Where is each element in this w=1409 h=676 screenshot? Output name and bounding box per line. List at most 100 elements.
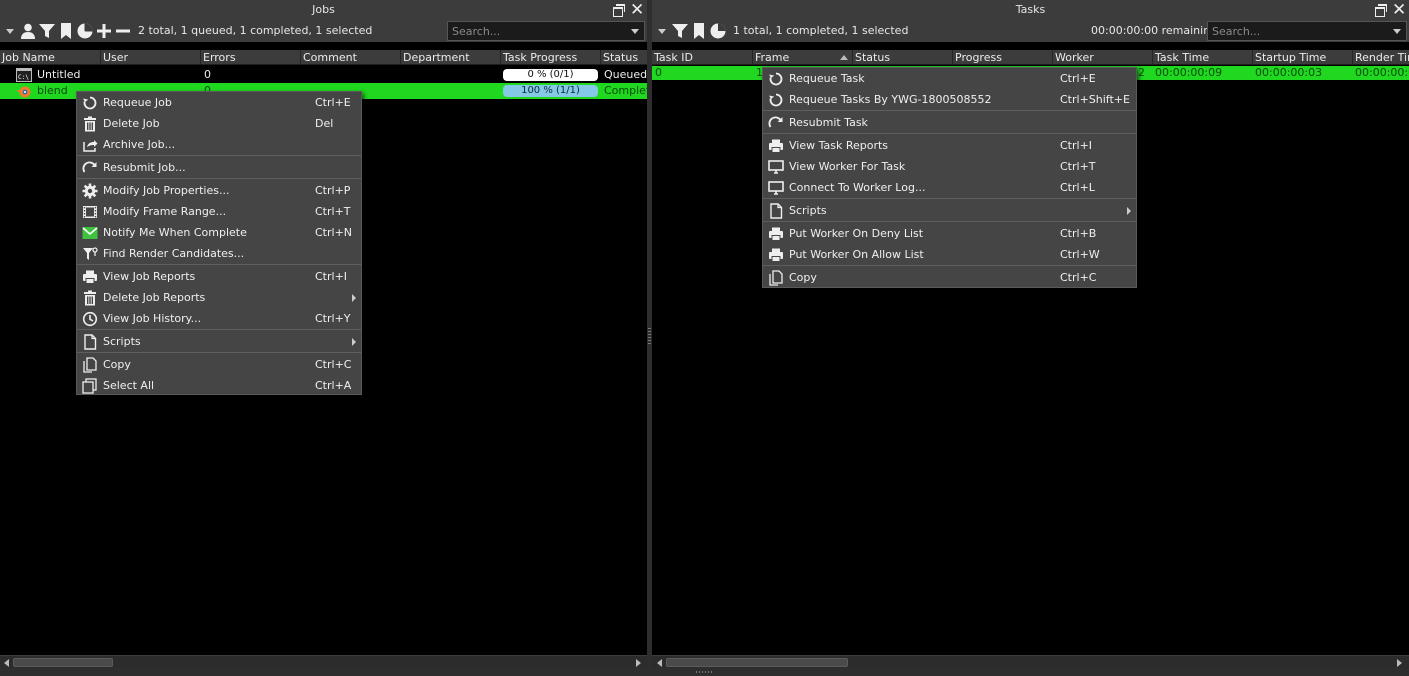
close-icon[interactable]: ✕ (630, 2, 644, 19)
printer-icon (768, 138, 784, 154)
table-row[interactable]: Untitled 0 0 % (0/1) Queued (0, 67, 647, 83)
envelope-icon (82, 225, 98, 241)
col-progress[interactable]: Progress (952, 50, 1052, 64)
tasks-search-input[interactable] (1208, 22, 1386, 40)
chevron-down-icon[interactable] (653, 22, 671, 40)
chevron-down-icon[interactable] (626, 22, 644, 40)
chevron-down-icon[interactable] (1388, 22, 1406, 40)
menu-item-label: Modify Frame Range... (103, 205, 227, 218)
menu-item-connect-to-worker-log[interactable]: Connect To Worker Log... Ctrl+L (763, 177, 1136, 198)
bookmark-icon[interactable] (57, 22, 75, 40)
tasks-summary: 1 total, 1 completed, 1 selected (733, 24, 909, 37)
horizontal-scrollbar[interactable] (0, 655, 647, 668)
menu-item-copy[interactable]: Copy Ctrl+C (763, 267, 1136, 288)
chevron-down-icon[interactable] (1, 22, 19, 40)
splitter-grip[interactable] (696, 671, 714, 673)
menu-item-archive-job[interactable]: Archive Job... (77, 134, 361, 155)
menu-item-find-render-candidates[interactable]: Find Render Candidates... (77, 243, 361, 264)
filter-icon[interactable] (671, 22, 689, 40)
filter-icon[interactable] (38, 22, 56, 40)
menu-item-view-job-history[interactable]: View Job History... Ctrl+Y (77, 308, 361, 329)
scroll-left-arrow-icon[interactable] (655, 658, 664, 667)
menu-item-shortcut: Ctrl+L (1060, 181, 1095, 194)
col-comment[interactable]: Comment (300, 50, 400, 64)
menu-item-label: Copy (789, 271, 817, 284)
submenu-arrow-icon (1127, 207, 1131, 215)
menu-item-resubmit-job[interactable]: Resubmit Job... (77, 157, 361, 178)
restore-icon[interactable] (611, 3, 625, 17)
menu-item-label: View Job History... (103, 312, 202, 325)
menu-item-requeue-task[interactable]: Requeue Task Ctrl+E (763, 68, 1136, 89)
restore-icon[interactable] (1373, 3, 1387, 17)
menu-item-shortcut: Ctrl+T (1060, 160, 1096, 173)
col-task-id[interactable]: Task ID (652, 50, 752, 64)
menu-item-view-task-reports[interactable]: View Task Reports Ctrl+I (763, 135, 1136, 156)
col-status[interactable]: Status (852, 50, 952, 64)
time-remaining: 00:00:00:00 remaining (1091, 24, 1218, 37)
resubmit-icon (768, 115, 784, 131)
user-icon[interactable] (19, 22, 37, 40)
menu-item-deny-list[interactable]: Put Worker On Deny List Ctrl+B (763, 223, 1136, 244)
menu-separator (763, 198, 1136, 199)
col-department[interactable]: Department (400, 50, 500, 64)
trash-icon (82, 290, 98, 306)
splitter-grip[interactable] (648, 328, 651, 346)
menu-item-label: Delete Job Reports (103, 291, 206, 304)
col-task-progress[interactable]: Task Progress (500, 50, 600, 64)
menu-item-shortcut: Del (315, 117, 334, 130)
task-progress-bar: 100 % (1/1) (503, 85, 598, 97)
menu-item-requeue-job[interactable]: Requeue Job Ctrl+E (77, 92, 361, 113)
pie-chart-icon[interactable] (709, 22, 727, 40)
scroll-right-arrow-icon[interactable] (634, 658, 643, 667)
menu-item-select-all[interactable]: Select All Ctrl+A (77, 375, 361, 396)
col-frame[interactable]: Frame (752, 50, 852, 64)
menu-item-requeue-tasks-by-worker[interactable]: Requeue Tasks By YWG-1800508552 Ctrl+Shif… (763, 89, 1136, 110)
menu-item-view-job-reports[interactable]: View Job Reports Ctrl+I (77, 266, 361, 287)
menu-item-modify-frame-range[interactable]: Modify Frame Range... Ctrl+T (77, 201, 361, 222)
copy-icon (768, 270, 784, 286)
printer-icon (82, 269, 98, 285)
col-status[interactable]: Status (600, 50, 647, 64)
menu-item-modify-job-properties[interactable]: Modify Job Properties... Ctrl+P (77, 180, 361, 201)
col-errors[interactable]: Errors (200, 50, 300, 64)
menu-item-copy[interactable]: Copy Ctrl+C (77, 354, 361, 375)
bottom-splitter[interactable] (0, 668, 1409, 676)
remove-icon[interactable] (114, 22, 132, 40)
scrollbar-thumb[interactable] (13, 658, 113, 667)
bookmark-icon[interactable] (690, 22, 708, 40)
menu-item-notify-when-complete[interactable]: Notify Me When Complete Ctrl+N (77, 222, 361, 243)
col-frame-label: Frame (755, 51, 790, 64)
close-icon[interactable]: ✕ (1392, 2, 1406, 19)
menu-item-allow-list[interactable]: Put Worker On Allow List Ctrl+W (763, 244, 1136, 265)
col-job-name[interactable]: Job Name (0, 50, 100, 64)
command-prompt-icon (16, 67, 32, 83)
col-startup-time[interactable]: Startup Time (1252, 50, 1352, 64)
scrollbar-thumb[interactable] (666, 658, 848, 667)
scroll-left-arrow-icon[interactable] (2, 658, 11, 667)
pie-chart-icon[interactable] (76, 22, 94, 40)
document-icon (82, 334, 98, 350)
jobs-summary: 2 total, 1 queued, 1 completed, 1 select… (138, 24, 373, 37)
menu-item-delete-job[interactable]: Delete Job Del (77, 113, 361, 134)
submenu-arrow-icon (352, 294, 356, 302)
menu-item-delete-job-reports[interactable]: Delete Job Reports (77, 287, 361, 308)
col-render-time[interactable]: Render Time (1352, 50, 1409, 64)
jobs-search-box[interactable] (447, 21, 645, 41)
col-task-time[interactable]: Task Time (1152, 50, 1252, 64)
menu-item-scripts[interactable]: Scripts (763, 200, 1136, 221)
jobs-title: Jobs (312, 3, 335, 16)
col-user[interactable]: User (100, 50, 200, 64)
tasks-search-box[interactable] (1207, 21, 1407, 41)
menu-item-scripts[interactable]: Scripts (77, 331, 361, 352)
add-icon[interactable] (95, 22, 113, 40)
horizontal-scrollbar[interactable] (652, 655, 1409, 668)
requeue-icon (768, 71, 784, 87)
menu-item-resubmit-task[interactable]: Resubmit Task (763, 112, 1136, 133)
jobs-search-input[interactable] (448, 22, 624, 40)
col-worker[interactable]: Worker (1052, 50, 1152, 64)
menu-separator (77, 329, 361, 330)
submenu-arrow-icon (352, 338, 356, 346)
menu-item-view-worker-for-task[interactable]: View Worker For Task Ctrl+T (763, 156, 1136, 177)
scroll-right-arrow-icon[interactable] (1395, 658, 1404, 667)
menu-item-label: View Worker For Task (789, 160, 906, 173)
